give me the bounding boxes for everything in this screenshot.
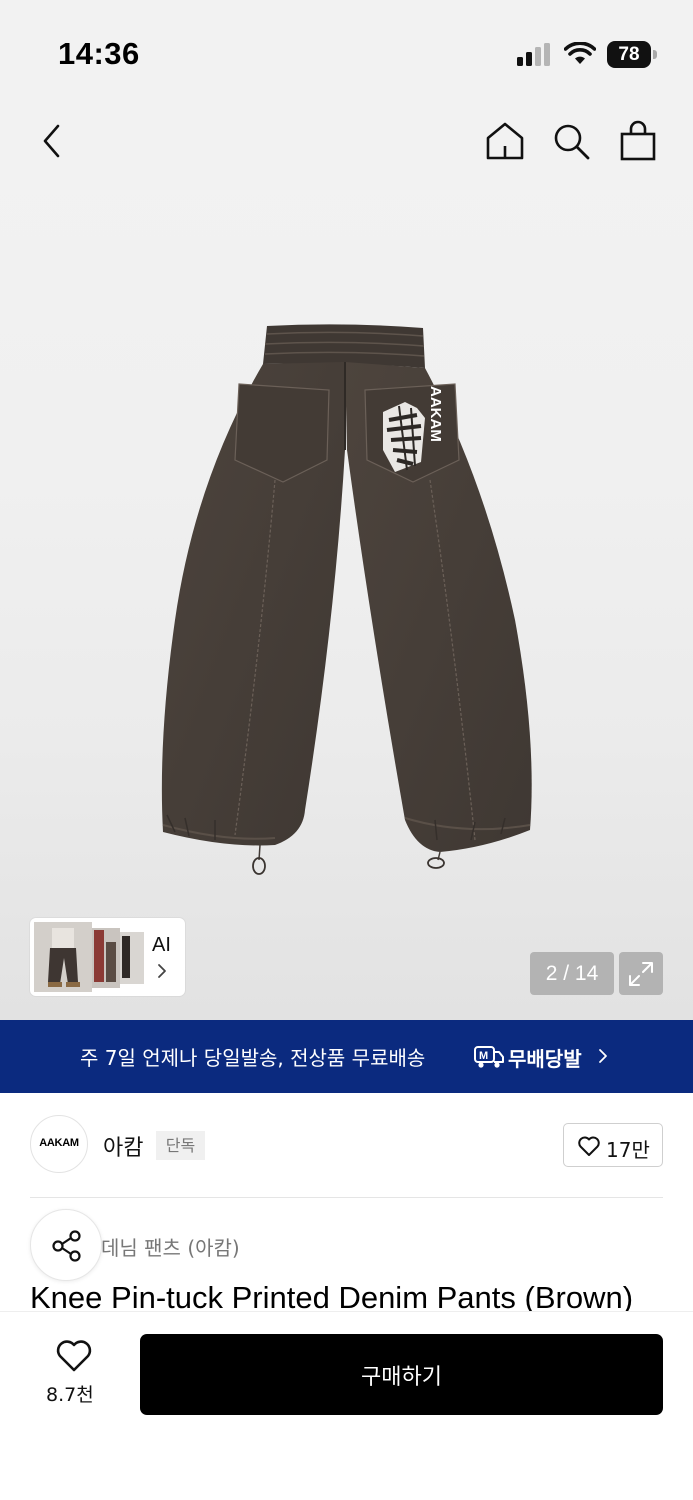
back-icon[interactable]	[36, 122, 68, 160]
wifi-icon	[564, 42, 596, 64]
expand-icon	[629, 962, 653, 986]
heart-icon	[578, 1136, 600, 1156]
share-button[interactable]	[30, 1209, 102, 1281]
brand-logo-text: AAKAM	[39, 1137, 79, 1149]
product-category[interactable]: 데님 팬츠 (아캄)	[101, 1232, 240, 1261]
pocket-print	[383, 402, 425, 472]
divider	[30, 1197, 663, 1198]
ai-styling-thumbnail-card[interactable]	[30, 918, 185, 996]
brand-logo[interactable]: AAKAM	[30, 1115, 88, 1173]
battery-level: 78	[607, 41, 651, 68]
wish-count: 8.7천	[46, 1384, 94, 1406]
free-shipping-banner[interactable]: 주 7일 언제나 당일발송, 전상품 무료배송	[0, 1020, 693, 1093]
ai-label: AI	[152, 934, 171, 956]
delivery-truck-icon: M	[474, 1046, 504, 1068]
status-time: 14:36	[58, 36, 140, 71]
image-page-counter: 2 / 14	[530, 952, 614, 995]
buy-button[interactable]: 구매하기	[140, 1334, 663, 1415]
banner-brand: 무배당발	[508, 1047, 582, 1071]
battery-nub	[653, 50, 657, 59]
brand-like-button[interactable]: 17만	[563, 1123, 663, 1167]
expand-image-button[interactable]	[619, 952, 663, 995]
pocket-print-text: AAKAM	[427, 386, 444, 442]
shopping-bag-icon[interactable]	[618, 120, 658, 162]
status-bar: 14:36 78	[0, 0, 693, 100]
cellular-signal-icon	[517, 43, 550, 66]
brand-name[interactable]: 아캄	[103, 1130, 143, 1162]
exclusive-badge: 단독	[156, 1131, 205, 1160]
thumbnail-stack	[34, 922, 144, 992]
search-icon[interactable]	[551, 121, 591, 161]
banner-text: 주 7일 언제나 당일발송, 전상품 무료배송	[80, 1046, 426, 1070]
battery-indicator: 78	[607, 41, 657, 68]
share-icon	[52, 1230, 81, 1262]
heart-icon[interactable]	[55, 1338, 93, 1374]
product-title: Knee Pin-tuck Printed Denim Pants (Brown…	[30, 1280, 634, 1312]
chevron-right-icon	[158, 964, 166, 978]
chevron-right-icon	[599, 1049, 607, 1063]
brand-like-count: 17만	[606, 1138, 650, 1162]
banner-logo-letter: M	[479, 1050, 488, 1062]
product-image[interactable]: AAKAM	[155, 320, 540, 880]
home-icon[interactable]	[484, 120, 526, 162]
